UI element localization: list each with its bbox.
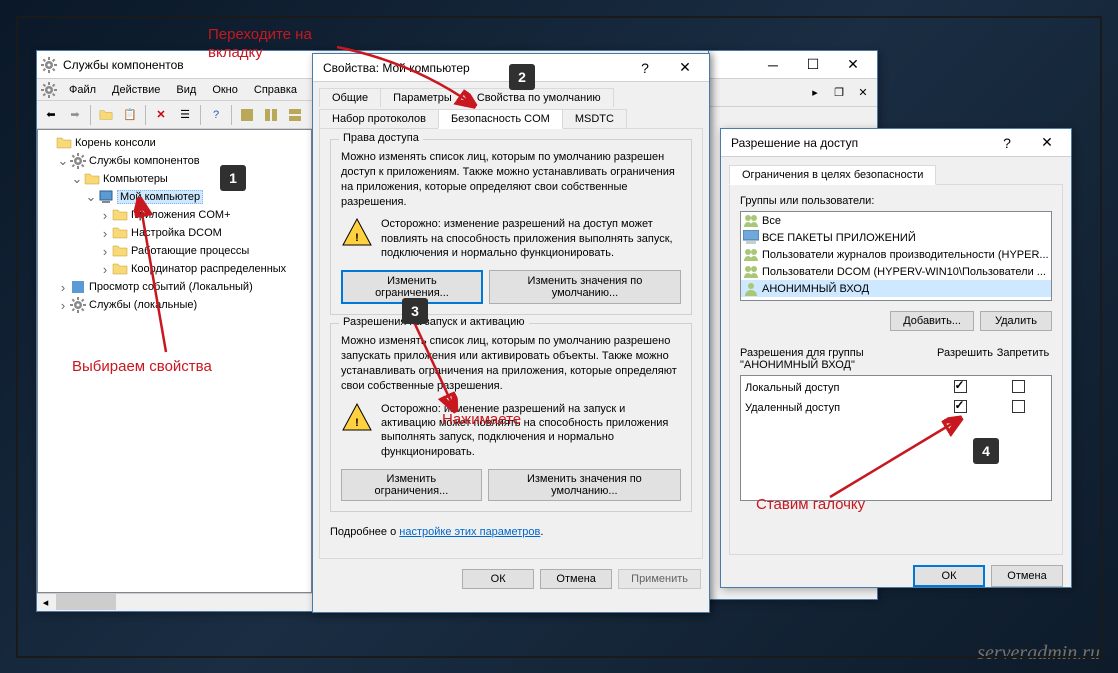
btn-delete[interactable]: Удалить [980,311,1052,331]
tree-svc[interactable]: ⌄Службы компонентов [42,152,307,170]
props-cancel[interactable]: Отмена [540,569,612,589]
tb-v1[interactable] [236,104,258,126]
check-remote-allow[interactable] [954,400,967,413]
groups-list[interactable]: Все ВСЕ ПАКЕТЫ ПРИЛОЖЕНИЙ Пользователи ж… [740,211,1052,301]
perm-remote: Удаленный доступ [745,402,931,414]
group-launch-perms: Разрешения на запуск и активацию Можно и… [330,323,692,512]
check-local-deny[interactable] [1012,380,1025,393]
launch-warn: Осторожно: изменение разрешений на запус… [381,402,681,459]
bg-close[interactable]: ✕ [833,52,873,78]
list-dcom-users[interactable]: Пользователи DCOM (HYPERV-WIN10\Пользова… [741,263,1051,280]
svg-text:!: ! [355,417,359,429]
more-info-link[interactable]: настройке этих параметров [399,526,540,538]
tb-back[interactable]: ⬅ [40,104,62,126]
tree-running[interactable]: ›Работающие процессы [42,242,307,260]
perm-cancel[interactable]: Отмена [991,565,1063,587]
properties-dialog: Свойства: Мой компьютер ? ✕ Общие Параме… [312,53,710,613]
menu-window[interactable]: Окно [204,82,246,98]
perms-list: Локальный доступ Удаленный доступ [740,375,1052,501]
list-perf-users[interactable]: Пользователи журналов производительности… [741,246,1051,263]
props-tabs-row1: Общие Параметры Свойства по умолчанию [319,88,703,107]
check-local-allow[interactable] [954,380,967,393]
perm-close[interactable]: ✕ [1027,130,1067,156]
props-tabs-row2: Набор протоколов Безопасность COM MSDTC [319,109,703,129]
tab-general[interactable]: Общие [319,88,381,107]
list-all[interactable]: Все [741,212,1051,229]
bg-max[interactable]: ☐ [793,52,833,78]
tab-params[interactable]: Параметры [380,88,465,107]
perm-help[interactable]: ? [987,130,1027,156]
groups-label: Группы или пользователи: [740,195,1052,207]
svg-text:!: ! [355,232,359,244]
props-close[interactable]: ✕ [665,55,705,81]
menu-help[interactable]: Справка [246,82,305,98]
access-warn: Осторожно: изменение разрешений на досту… [381,217,681,260]
menu-view[interactable]: Вид [168,82,204,98]
warning-icon: ! [341,217,373,249]
tb-delete[interactable]: ✕ [150,104,172,126]
tb-v3[interactable] [284,104,306,126]
more-info: Подробнее о настройке этих параметров. [330,526,692,538]
warning-icon: ! [341,402,373,434]
tb-up[interactable] [95,104,117,126]
props-ok[interactable]: ОК [462,569,534,589]
btn-edit-limits-1[interactable]: Изменить ограничения... [341,270,483,304]
list-anonymous[interactable]: АНОНИМНЫЙ ВХОД [741,280,1051,297]
check-remote-deny[interactable] [1012,400,1025,413]
tb-props2[interactable]: ☰ [174,104,196,126]
tree-coord[interactable]: ›Координатор распределенных [42,260,307,278]
permissions-dialog: Разрешение на доступ ? ✕ Ограничения в ц… [720,128,1072,588]
tab-security-limits[interactable]: Ограничения в целях безопасности [729,165,936,185]
tab-com-security[interactable]: Безопасность COM [438,109,563,129]
list-all-packages[interactable]: ВСЕ ПАКЕТЫ ПРИЛОЖЕНИЙ [741,229,1051,246]
col-deny: Запретить [994,347,1052,371]
tb-v2[interactable] [260,104,282,126]
watermark: serveradmin.ru [977,642,1100,665]
props-help[interactable]: ? [625,55,665,81]
tree-services[interactable]: ›Службы (локальные) [42,296,307,314]
component-services-icon [41,57,57,73]
perm-titlebar[interactable]: Разрешение на доступ ? ✕ [721,129,1071,157]
menu-action[interactable]: Действие [104,82,168,98]
tab-protocols[interactable]: Набор протоколов [319,109,439,128]
perm-ok[interactable]: ОК [913,565,985,587]
bg-min[interactable]: ─ [753,52,793,78]
tb-props[interactable]: 📋 [119,104,141,126]
menu-icon [41,82,57,98]
legend-launch: Разрешения на запуск и активацию [339,316,529,328]
mmc-tree[interactable]: Корень консоли ⌄Службы компонентов ⌄Комп… [37,129,312,593]
tb-help[interactable]: ? [205,104,227,126]
btn-edit-defaults-2[interactable]: Изменить значения по умолчанию... [488,469,681,501]
tree-comapps[interactable]: ›Приложения COM+ [42,206,307,224]
perm-local: Локальный доступ [745,382,931,394]
perm-tabs: Ограничения в целях безопасности [729,165,1063,185]
props-apply[interactable]: Применить [618,569,701,589]
tree-root[interactable]: Корень консоли [42,134,307,152]
bg-titlebar: ─ ☐ ✕ [704,51,877,79]
tab-defprops[interactable]: Свойства по умолчанию [464,88,614,107]
btn-add[interactable]: Добавить... [890,311,974,331]
menu-file[interactable]: Файл [61,82,104,98]
col-allow: Разрешить [936,347,994,371]
tree-eventvwr[interactable]: ›Просмотр событий (Локальный) [42,278,307,296]
perms-for-label: Разрешения для группы "АНОНИМНЫЙ ВХОД" [740,347,936,371]
tree-dcom[interactable]: ›Настройка DCOM [42,224,307,242]
access-text: Можно изменять список лиц, которым по ум… [341,150,681,209]
tab-msdtc[interactable]: MSDTC [562,109,627,128]
btn-edit-defaults-1[interactable]: Изменить значения по умолчанию... [489,270,681,304]
btn-edit-limits-2[interactable]: Изменить ограничения... [341,469,482,501]
props-title: Свойства: Мой компьютер [317,61,625,75]
props-titlebar[interactable]: Свойства: Мой компьютер ? ✕ [313,54,709,82]
tree-mycomputer[interactable]: ⌄Мой компьютер [42,188,307,206]
tb-fwd[interactable]: ➡ [64,104,86,126]
group-access-rights: Права доступа Можно изменять список лиц,… [330,139,692,315]
legend-access: Права доступа [339,132,423,144]
tree-computers[interactable]: ⌄Компьютеры [42,170,307,188]
perm-title: Разрешение на доступ [725,136,987,150]
launch-text: Можно изменять список лиц, которым по ум… [341,334,681,393]
